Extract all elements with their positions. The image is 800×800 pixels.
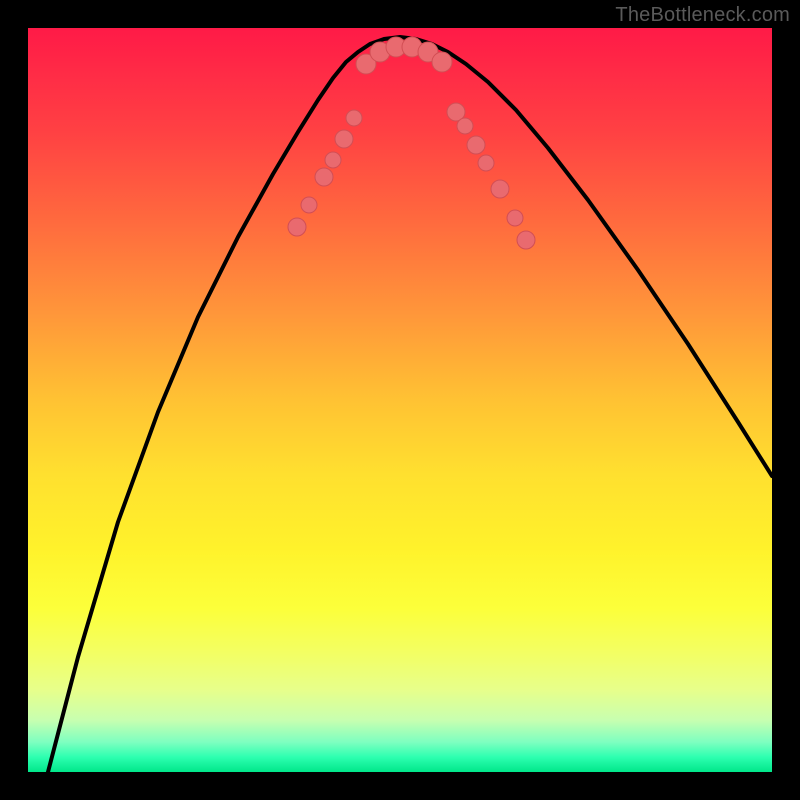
curve-marker <box>346 110 362 126</box>
curve-marker <box>432 52 452 72</box>
watermark-text: TheBottleneck.com <box>615 4 790 27</box>
curve-marker <box>467 136 485 154</box>
curve-markers <box>288 37 535 249</box>
curve-marker <box>507 210 523 226</box>
curve-marker <box>288 218 306 236</box>
curve-marker <box>517 231 535 249</box>
curve-marker <box>478 155 494 171</box>
plot-area <box>28 28 772 772</box>
bottleneck-curve <box>48 37 772 772</box>
curve-marker <box>315 168 333 186</box>
curve-marker <box>457 118 473 134</box>
curve-marker <box>325 152 341 168</box>
curve-marker <box>301 197 317 213</box>
chart-stage: TheBottleneck.com <box>0 0 800 800</box>
chart-svg <box>28 28 772 772</box>
curve-marker <box>491 180 509 198</box>
curve-marker <box>335 130 353 148</box>
